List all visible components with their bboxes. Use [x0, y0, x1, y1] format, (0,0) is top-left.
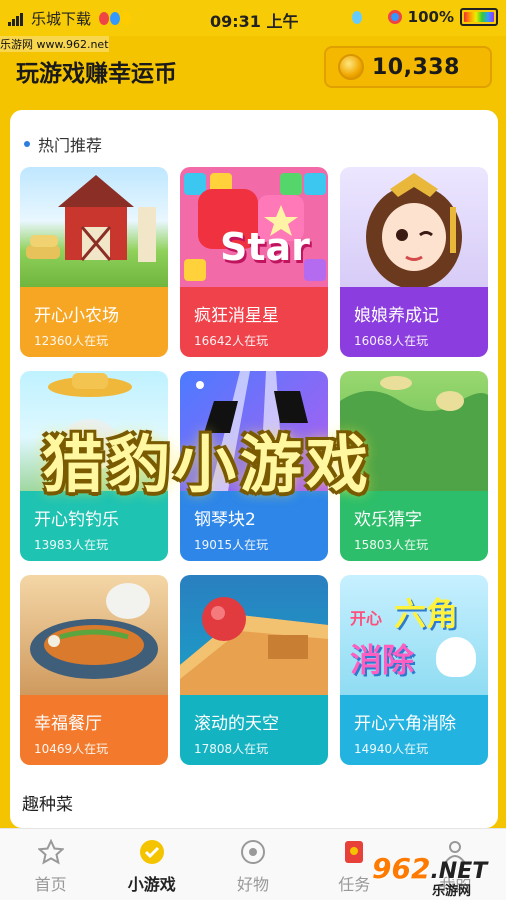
- tab-mini-games[interactable]: 小游戏: [101, 829, 202, 900]
- game-name: 开心钓钓乐: [34, 510, 119, 530]
- game-card-restaurant[interactable]: 幸福餐厅 10469人在玩: [20, 575, 168, 765]
- game-info: 滚动的天空 17808人在玩: [180, 695, 328, 765]
- player-count: 16068人在玩: [354, 334, 429, 348]
- balloon-icon: [351, 10, 362, 24]
- player-count: 19015人在玩: [194, 538, 269, 552]
- game-name: 疯狂消星星: [194, 306, 279, 326]
- game-card-star[interactable]: Star 疯狂消星星 16642人在玩: [180, 167, 328, 357]
- logo-sub-text: 乐游网: [432, 884, 472, 899]
- rolling-sky-artwork: [180, 575, 328, 695]
- star-logo-text: Star: [220, 225, 310, 269]
- game-info: 幸福餐厅 10469人在玩: [20, 695, 168, 765]
- site-logo-962: 962.NET 乐游网: [372, 850, 502, 899]
- star-artwork: Star: [180, 167, 328, 287]
- restaurant-artwork: [20, 575, 168, 695]
- gamepad-check-icon: [139, 839, 165, 865]
- carrier-name: 乐城下载: [31, 10, 92, 28]
- section-header: 热门推荐: [24, 132, 102, 156]
- game-info: 娘娘养成记 16068人在玩: [340, 287, 488, 357]
- location-icon: [387, 10, 402, 24]
- player-count: 16642人在玩: [194, 334, 269, 348]
- player-count: 14940人在玩: [354, 742, 429, 756]
- game-info: 开心小农场 12360人在玩: [20, 287, 168, 357]
- game-name: 滚动的天空: [194, 714, 279, 734]
- site-credit: 乐游网 www.962.net: [0, 36, 109, 52]
- status-bar: 乐城下载 09:31 上午 100%: [0, 0, 506, 36]
- player-count: 10469人在玩: [34, 742, 109, 756]
- ghost-mascot-icon: [436, 637, 476, 677]
- next-section-title: 趣种菜: [22, 795, 73, 815]
- player-count: 13983人在玩: [34, 538, 109, 552]
- hex-logo-line1: 开心: [350, 609, 383, 628]
- tab-label: 首页: [34, 875, 67, 894]
- watermark-text: 猎豹小游戏: [42, 428, 373, 501]
- game-card-farm[interactable]: 开心小农场 12360人在玩: [20, 167, 168, 357]
- tab-label: 任务: [338, 875, 371, 894]
- status-time: 09:31 上午: [210, 12, 299, 31]
- section-title: 热门推荐: [38, 136, 103, 155]
- game-name: 娘娘养成记: [354, 306, 439, 326]
- game-info: 疯狂消星星 16642人在玩: [180, 287, 328, 357]
- game-name: 钢琴块2: [194, 510, 256, 530]
- tab-home[interactable]: 首页: [0, 829, 101, 900]
- coin-balance: 10,338: [372, 54, 460, 80]
- target-icon: [240, 839, 266, 865]
- game-card-rolling-sky[interactable]: 滚动的天空 17808人在玩: [180, 575, 328, 765]
- game-card-empress[interactable]: 娘娘养成记 16068人在玩: [340, 167, 488, 357]
- player-count: 15803人在玩: [354, 538, 429, 552]
- player-count: 17808人在玩: [194, 742, 269, 756]
- balloon-icon: [99, 12, 132, 25]
- game-name: 开心六角消除: [354, 714, 456, 734]
- red-envelope-icon: [341, 839, 367, 865]
- game-info: 开心六角消除 14940人在玩: [340, 695, 488, 765]
- coin-icon: [338, 54, 364, 80]
- game-name: 开心小农场: [34, 306, 119, 326]
- signal-icon: [8, 12, 23, 26]
- bullet-dot-icon: [24, 141, 30, 147]
- hex-match-artwork: 开心 六角 消除: [340, 575, 488, 695]
- page-title: 玩游戏赚幸运币: [16, 61, 177, 87]
- hex-logo-line2: 六角: [394, 595, 459, 633]
- tab-goods[interactable]: 好物: [202, 829, 303, 900]
- status-left: 乐城下载: [8, 8, 132, 29]
- battery-percent: 100%: [407, 8, 454, 26]
- coin-balance-button[interactable]: 10,338: [324, 46, 492, 88]
- star-icon: [37, 839, 64, 865]
- logo-962-text: 962: [372, 852, 431, 885]
- battery-icon: [460, 8, 498, 26]
- hex-logo-line3: 消除: [350, 641, 415, 679]
- game-name: 欢乐猜字: [354, 510, 422, 530]
- tab-label: 好物: [237, 875, 270, 894]
- farm-artwork: [20, 167, 168, 287]
- game-name: 幸福餐厅: [34, 714, 102, 734]
- game-card-hex-match[interactable]: 开心 六角 消除 开心六角消除 14940人在玩: [340, 575, 488, 765]
- empress-artwork: [340, 167, 488, 289]
- status-right: 100%: [351, 8, 498, 26]
- tab-label: 小游戏: [127, 875, 176, 894]
- player-count: 12360人在玩: [34, 334, 109, 348]
